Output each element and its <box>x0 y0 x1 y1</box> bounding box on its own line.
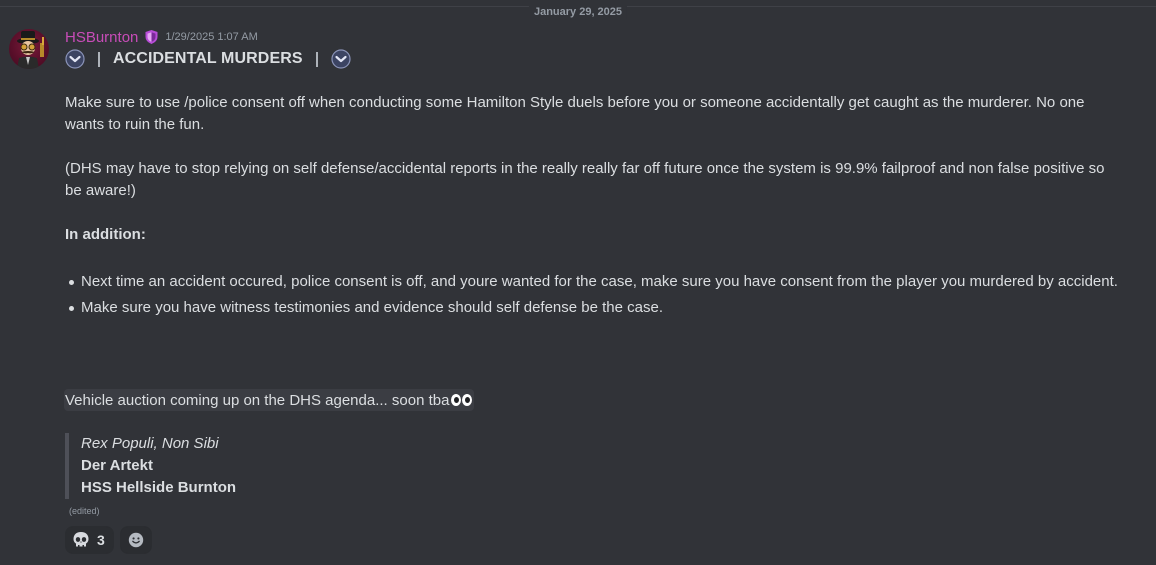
reaction-count: 3 <box>97 532 105 548</box>
message-paragraph: Make sure to use /police consent off whe… <box>65 94 1085 133</box>
message-title: ACCIDENTAL MURDERS <box>113 50 303 67</box>
list-item: Make sure you have witness testimonies a… <box>69 297 1141 319</box>
chevron-badge-icon[interactable] <box>65 49 85 69</box>
quote-motto: Rex Populi, Non Sibi <box>81 435 219 452</box>
highlighted-text: Vehicle auction coming up on the DHS age… <box>64 389 475 411</box>
title-separator <box>315 51 318 67</box>
eyes-icon[interactable] <box>451 394 473 406</box>
date-divider-label: January 29, 2025 <box>528 5 628 19</box>
message-header: HSBurnton 1/29/2025 1:07 AM <box>65 27 258 47</box>
shield-icon[interactable] <box>144 29 159 45</box>
add-reaction-button[interactable] <box>119 526 152 554</box>
add-reaction-icon <box>128 532 143 548</box>
reaction-skull[interactable]: 3 <box>65 526 114 554</box>
date-divider: January 29, 2025 <box>0 5 1156 19</box>
in-addition-heading: In addition: <box>65 226 146 243</box>
quote-signature-title: HSS Hellside Burnton <box>81 479 237 496</box>
quote-signature-name: Der Artekt <box>81 457 153 474</box>
avatar-image <box>17 31 44 69</box>
chevron-badge-icon[interactable] <box>331 49 351 69</box>
message-title-line: ACCIDENTAL MURDERS <box>65 48 351 70</box>
edited-indicator: (edited) <box>69 506 100 516</box>
message-paragraph: (DHS may have to stop relying on self de… <box>65 160 1105 199</box>
highlight-label: Vehicle auction coming up on the DHS age… <box>65 391 450 409</box>
avatar[interactable] <box>9 29 49 69</box>
blockquote: Rex Populi, Non Sibi Der Artekt HSS Hell… <box>65 433 236 499</box>
skull-icon <box>73 532 89 547</box>
list-item: Next time an accident occured, police co… <box>69 271 1141 293</box>
title-separator <box>98 51 100 67</box>
bullet-list: Next time an accident occured, police co… <box>65 271 1141 323</box>
author-name[interactable]: HSBurnton <box>65 29 138 46</box>
reactions-bar: 3 <box>65 526 152 554</box>
message-timestamp[interactable]: 1/29/2025 1:07 AM <box>165 31 257 43</box>
